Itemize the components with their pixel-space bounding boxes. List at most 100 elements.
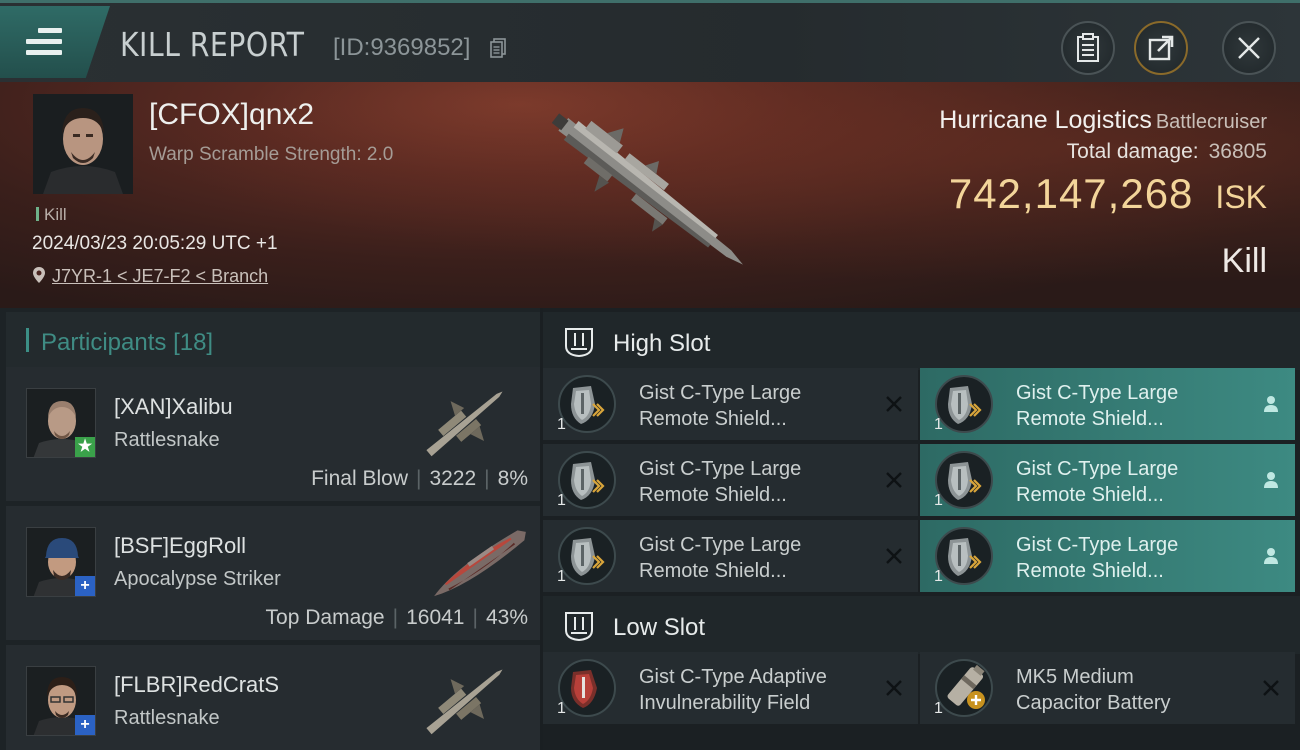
participant-ship-image: [426, 391, 503, 457]
victim-name[interactable]: [CFOX]qnx2: [149, 98, 314, 132]
total-damage-label: Total damage:: [1066, 140, 1199, 163]
kill-tag: Kill: [36, 205, 67, 225]
module-tile[interactable]: 1 Gist C-Type Large Remote Shield...: [920, 444, 1295, 516]
module-name-line2: Invulnerability Field: [639, 692, 811, 714]
module-name-line2: Remote Shield...: [639, 408, 787, 430]
participants-panel: Participants [18] ★ [XAN]Xalibu Rattlesn…: [0, 308, 540, 750]
module-name-line1: Gist C-Type Large: [1016, 382, 1179, 404]
low-slot-label: Low Slot: [613, 614, 706, 641]
close-icon[interactable]: [884, 394, 904, 414]
location-link[interactable]: J7YR-1 < JE7-F2 < Branch: [52, 266, 268, 286]
victim-ship-type[interactable]: Hurricane Logistics Battlecruiser: [939, 106, 1267, 135]
participants-title: Participants [18]: [41, 329, 213, 357]
participants-header: Participants [18]: [6, 312, 540, 368]
participant-percent: 8%: [497, 467, 528, 490]
module-name-line1: Gist C-Type Large: [639, 534, 802, 556]
share-button[interactable]: [1134, 21, 1188, 75]
module-name-line1: Gist C-Type Large: [1016, 534, 1179, 556]
participant-row[interactable]: ★ [XAN]Xalibu Rattlesnake Final Blow | 322…: [6, 367, 540, 501]
clipboard-icon: [1077, 33, 1099, 62]
close-icon[interactable]: [884, 470, 904, 490]
ship-name: Hurricane Logistics: [939, 106, 1152, 134]
shield-module-icon: [935, 527, 993, 585]
stat-separator: |: [392, 606, 399, 629]
module-quantity: 1: [934, 492, 943, 509]
module-tile[interactable]: 1 Gist C-Type Large Remote Shield...: [543, 444, 918, 516]
module-name-line2: Remote Shield...: [639, 484, 787, 506]
isk-amount: 742,147,268: [948, 170, 1194, 217]
module-tile[interactable]: 1 Gist C-Type Adaptive Invulnerability Fie…: [543, 652, 918, 724]
module-tile[interactable]: 1 Gist C-Type Large Remote Shield...: [920, 368, 1295, 440]
header-accent-bar: [26, 328, 29, 352]
module-name: Gist C-Type Large Remote Shield...: [1016, 456, 1246, 508]
copy-icon[interactable]: [490, 38, 506, 58]
module-tile[interactable]: 1 Gist C-Type Large Remote Shield...: [543, 368, 918, 440]
module-quantity: 1: [557, 492, 566, 509]
participant-avatar: +: [26, 527, 96, 597]
module-name: Gist C-Type Large Remote Shield...: [1016, 532, 1246, 584]
clipboard-button[interactable]: [1061, 21, 1115, 75]
person-icon[interactable]: [1261, 394, 1281, 414]
close-icon: [1238, 37, 1260, 59]
star-badge-icon: ★: [75, 437, 95, 457]
participant-avatar: ★: [26, 388, 96, 458]
participant-name: [BSF]EggRoll: [114, 533, 247, 558]
module-tile[interactable]: 1 MK5 Medium Capacitor Battery: [920, 652, 1295, 724]
participant-role: Final Blow: [311, 467, 408, 490]
report-id: [ID:9369852]: [333, 34, 471, 61]
module-name-line1: Gist C-Type Large: [639, 458, 802, 480]
module-name-line2: Remote Shield...: [1016, 560, 1164, 582]
shield-module-icon: [558, 375, 616, 433]
location-pin-icon: [33, 267, 45, 283]
low-slot-header: Low Slot: [543, 596, 1300, 654]
module-name-line1: Gist C-Type Large: [1016, 458, 1179, 480]
shield-module-icon: [935, 375, 993, 433]
module-tile[interactable]: 1 Gist C-Type Large Remote Shield...: [920, 520, 1295, 592]
plus-badge-icon: +: [75, 715, 95, 735]
person-icon[interactable]: [1261, 546, 1281, 566]
participant-name: [XAN]Xalibu: [114, 394, 233, 419]
high-slot-label: High Slot: [613, 330, 711, 357]
kill-location[interactable]: J7YR-1 < JE7-F2 < Branch: [32, 266, 268, 287]
module-quantity: 1: [557, 568, 566, 585]
module-name: Gist C-Type Adaptive Invulnerability Fiel…: [639, 664, 869, 716]
participant-damage: 16041: [406, 606, 465, 629]
hamburger-icon: [26, 28, 62, 61]
participant-avatar: +: [26, 666, 96, 736]
module-name-line2: Capacitor Battery: [1016, 692, 1171, 714]
stat-separator: |: [472, 606, 478, 629]
module-quantity: 1: [557, 416, 566, 433]
kill-timestamp: 2024/03/23 20:05:29 UTC +1: [32, 233, 278, 254]
shield-module-icon: [558, 451, 616, 509]
module-name-line2: Remote Shield...: [1016, 408, 1164, 430]
participant-row[interactable]: + [FLBR]RedCratS Rattlesnake: [6, 645, 540, 750]
close-icon[interactable]: [884, 546, 904, 566]
victim-avatar[interactable]: [33, 94, 133, 194]
menu-button[interactable]: [0, 6, 110, 78]
capacitor-battery-icon: [935, 659, 993, 717]
module-name-line2: Remote Shield...: [639, 560, 787, 582]
module-name: MK5 Medium Capacitor Battery: [1016, 664, 1246, 716]
invulnerability-field-icon: [558, 659, 616, 717]
total-damage: Total damage: 36805: [1067, 140, 1267, 164]
close-icon[interactable]: [1261, 678, 1281, 698]
close-button[interactable]: [1222, 21, 1276, 75]
module-quantity: 1: [557, 700, 566, 717]
participant-percent: 43%: [485, 606, 528, 629]
participant-row[interactable]: + [BSF]EggRoll Apocalypse Striker Top Da…: [6, 506, 540, 640]
module-tile[interactable]: 1 Gist C-Type Large Remote Shield...: [543, 520, 918, 592]
module-name-line2: Remote Shield...: [1016, 484, 1164, 506]
module-name: Gist C-Type Large Remote Shield...: [639, 532, 869, 584]
victim-ship-image: [551, 113, 743, 265]
person-icon[interactable]: [1261, 470, 1281, 490]
participant-role: Top Damage: [265, 606, 385, 629]
participant-ship: Rattlesnake: [114, 707, 220, 729]
module-quantity: 1: [934, 700, 943, 717]
shield-module-icon: [558, 527, 616, 585]
participants-label: Participants: [41, 329, 167, 356]
participant-name: [FLBR]RedCratS: [114, 672, 280, 697]
participant-stats: Top Damage | 16041 | 43%: [266, 606, 528, 630]
close-icon[interactable]: [884, 678, 904, 698]
shield-module-icon: [935, 451, 993, 509]
participant-damage: 3222: [429, 467, 477, 490]
